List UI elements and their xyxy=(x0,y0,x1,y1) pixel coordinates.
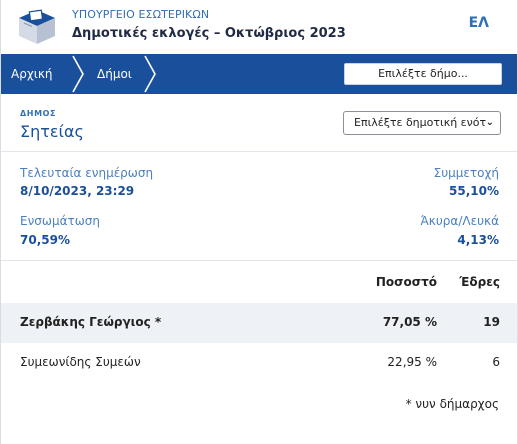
election-title: Δημοτικές εκλογές – Οκτώβριος 2023 xyxy=(72,26,346,41)
municipality-name: Σητείας xyxy=(20,122,84,141)
language-switch[interactable]: ΕΛ xyxy=(469,15,489,31)
last-update-value: 8/10/2023, 23:29 xyxy=(20,184,135,198)
stats-panel: Τελευταία ενημέρωση 8/10/2023, 23:29 Συμ… xyxy=(1,152,517,261)
municipal-unit-select[interactable]: Επιλέξτε δημοτική ενότ ⌄ xyxy=(343,111,501,135)
table-row: Ζερβάκης Γεώργιος * 77,05 % 19 xyxy=(1,303,517,343)
column-header-percentage: Ποσοστό xyxy=(375,275,437,289)
site-header: ΥΠΟΥΡΓΕΙΟ ΕΣΩΤΕΡΙΚΩΝ Δημοτικές εκλογές –… xyxy=(1,0,517,54)
chevron-right-icon xyxy=(144,55,156,93)
breadcrumb: Αρχική Δήμοι Επιλέξτε δήμο... xyxy=(1,54,517,94)
participation-label: Συμμετοχή xyxy=(433,166,499,180)
candidate-percentage: 22,95 % xyxy=(387,355,437,369)
ballot-box-icon xyxy=(19,9,55,44)
candidate-percentage: 77,05 % xyxy=(382,315,437,329)
candidate-name: Ζερβάκης Γεώργιος * xyxy=(20,315,162,329)
municipality-section: ΔΗΜΟΣ Σητείας Επιλέξτε δημοτική ενότ ⌄ xyxy=(1,94,517,152)
candidate-name: Συμεωνίδης Συμεών xyxy=(20,355,141,369)
municipal-unit-select-value: Επιλέξτε δημοτική ενότ xyxy=(354,116,487,129)
breadcrumb-dimoi[interactable]: Δήμοι xyxy=(97,54,132,94)
participation-value: 55,10% xyxy=(449,184,499,198)
chevron-right-icon xyxy=(72,55,84,93)
integration-value: 70,59% xyxy=(20,233,70,247)
invalid-blank-label: Άκυρα/Λευκά xyxy=(420,214,499,228)
select-municipality-button[interactable]: Επιλέξτε δήμο... xyxy=(344,63,502,85)
municipality-caption: ΔΗΜΟΣ xyxy=(20,109,57,118)
incumbent-footnote: * νυν δήμαρχος xyxy=(405,397,499,411)
breadcrumb-home[interactable]: Αρχική xyxy=(11,54,53,94)
chevron-down-icon: ⌄ xyxy=(485,117,494,128)
invalid-blank-value: 4,13% xyxy=(457,233,499,247)
table-row: Συμεωνίδης Συμεών 22,95 % 6 xyxy=(1,343,517,383)
column-header-seats: Έδρες xyxy=(459,275,500,289)
integration-label: Ενσωμάτωση xyxy=(20,214,100,228)
candidate-seats: 6 xyxy=(492,355,500,369)
results-page: ΥΠΟΥΡΓΕΙΟ ΕΣΩΤΕΡΙΚΩΝ Δημοτικές εκλογές –… xyxy=(0,0,518,444)
candidate-seats: 19 xyxy=(483,315,500,329)
last-update-label: Τελευταία ενημέρωση xyxy=(20,166,154,180)
ministry-name: ΥΠΟΥΡΓΕΙΟ ΕΣΩΤΕΡΙΚΩΝ xyxy=(72,8,210,21)
